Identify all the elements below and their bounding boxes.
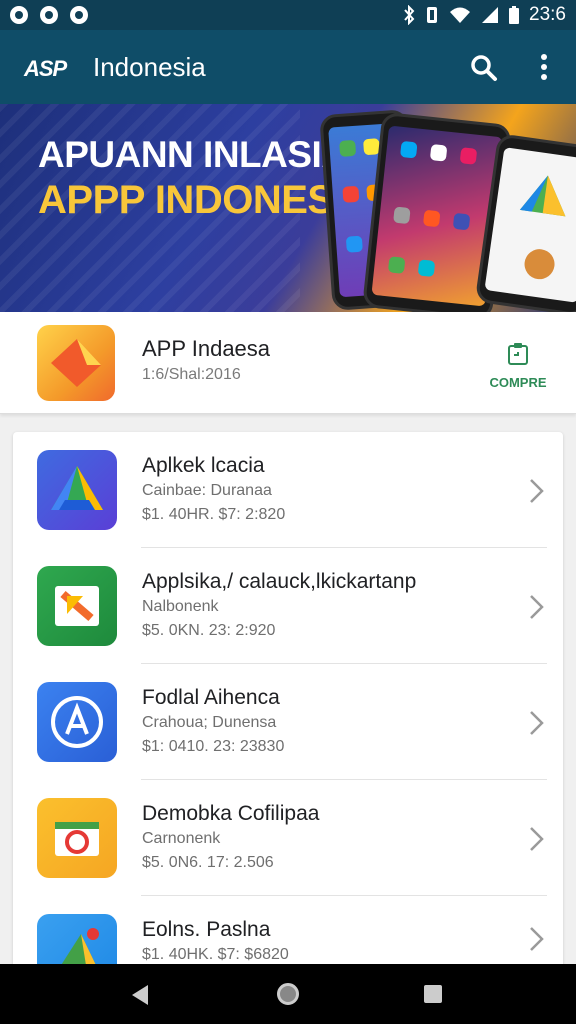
battery-icon — [509, 6, 520, 24]
chevron-right-icon — [530, 927, 544, 951]
signal-icon — [482, 7, 499, 23]
list-item[interactable]: Applsika,/ calauck,lkickartanp Nalbonenk… — [13, 548, 563, 664]
list-item[interactable]: Fodlal Aihenca Crahoua; Dunensa $1: 0410… — [13, 664, 563, 780]
app-title: Aplkek lcacia — [142, 454, 265, 477]
compare-label: COMPRE — [489, 375, 547, 390]
app-bar: ASP Indonesia — [0, 30, 576, 104]
app-price: $5. 0KN. 23: 2:920 — [142, 622, 276, 639]
banner-headline: APUANN INLASIAI — [38, 134, 358, 175]
photo-camera-icon — [37, 798, 117, 878]
chevron-right-icon — [530, 479, 544, 503]
banner-subheadline: APPP INDONESIA — [38, 178, 373, 222]
status-time: 23:6 — [529, 4, 566, 25]
app-title: Fodlal Aihenca — [142, 686, 280, 709]
app-store-a-icon — [37, 682, 117, 762]
status-bar: 23:6 — [0, 0, 576, 30]
app-logo: ASP — [24, 56, 67, 81]
green-square-icon — [37, 566, 117, 646]
search-icon[interactable] — [470, 54, 498, 82]
app-price: $5. 0N6. 17: 2.506 — [142, 854, 274, 871]
vibrate-icon — [427, 7, 438, 23]
app-price: $1. 40HK. $7: $6820 — [142, 946, 289, 963]
app-price: $1: 0410. 23: 23830 — [142, 738, 285, 755]
back-icon[interactable] — [130, 984, 150, 1006]
chevron-right-icon — [530, 827, 544, 851]
clipboard-icon — [508, 343, 528, 365]
bluetooth-icon — [404, 5, 415, 25]
recent-apps-icon[interactable] — [424, 985, 442, 1003]
chevron-right-icon — [530, 595, 544, 619]
app-list: Aplkek lcacia Cainbae: Duranaa $1. 40HR.… — [13, 432, 563, 992]
chevron-right-icon — [530, 711, 544, 735]
list-item[interactable]: Aplkek lcacia Cainbae: Duranaa $1. 40HR.… — [13, 432, 563, 548]
app-price: $1. 40HR. $7: 2:820 — [142, 506, 286, 523]
page-title: Indonesia — [93, 52, 206, 82]
system-nav-bar — [0, 964, 576, 1024]
app-title: Eolns. Paslna — [142, 918, 271, 941]
featured-app-icon — [37, 325, 115, 401]
drive-triangle-icon — [37, 450, 117, 530]
featured-app-meta: 1:6/Shal:2016 — [142, 366, 241, 383]
promo-banner[interactable]: APUANN INLASIAI APPP INDONESIA — [0, 104, 576, 312]
featured-app-name: APP Indaesa — [142, 336, 271, 361]
app-subtitle: Carnonenk — [142, 830, 221, 847]
notification-icon — [10, 6, 28, 24]
notification-icon — [40, 6, 58, 24]
home-icon[interactable] — [277, 983, 299, 1005]
featured-app[interactable]: APP Indaesa 1:6/Shal:2016 COMPRE — [0, 312, 576, 414]
compare-button[interactable]: COMPRE — [488, 342, 548, 390]
app-title: Applsika,/ calauck,lkickartanp — [142, 570, 417, 593]
app-title: Demobka Cofilipaa — [142, 802, 320, 825]
list-item[interactable]: Demobka Cofilipaa Carnonenk $5. 0N6. 17:… — [13, 780, 563, 896]
wifi-icon — [450, 7, 471, 23]
app-subtitle: Nalbonenk — [142, 598, 219, 615]
more-options-icon[interactable] — [532, 52, 556, 82]
app-subtitle: Cainbae: Duranaa — [142, 482, 272, 499]
app-subtitle: Crahoua; Dunensa — [142, 714, 277, 731]
notification-icon — [70, 6, 88, 24]
